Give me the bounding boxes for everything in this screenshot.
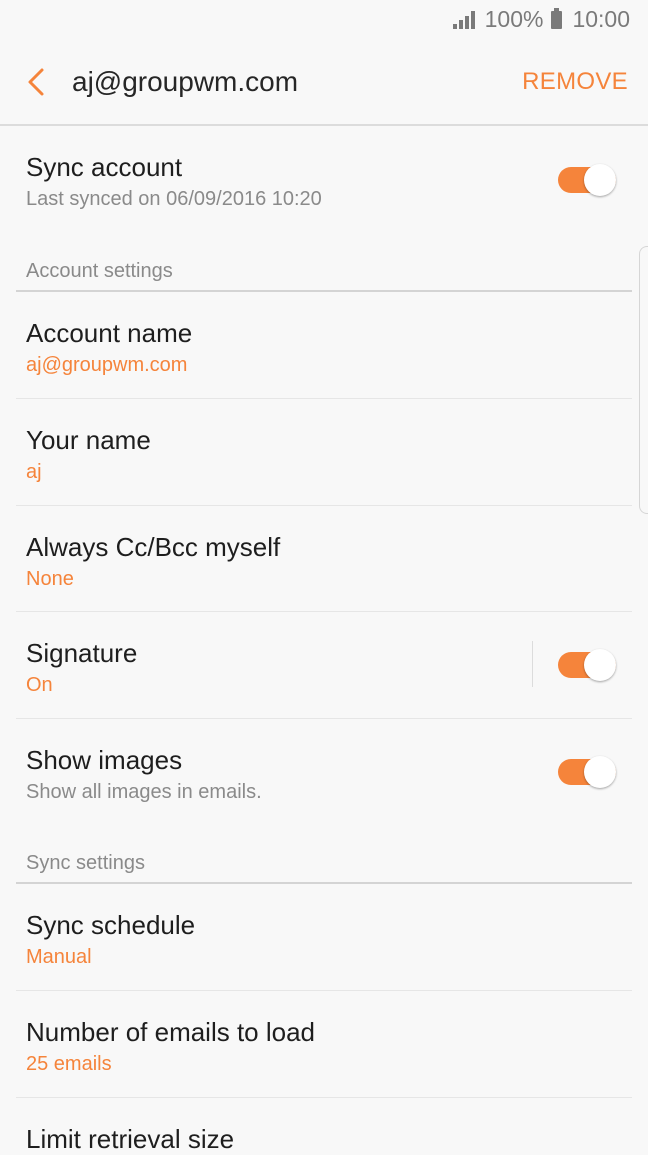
always-cc-bcc-value: None xyxy=(26,568,74,590)
battery-icon xyxy=(551,7,563,29)
status-indicators: 100% 10:00 xyxy=(452,6,630,33)
status-bar: 100% 10:00 xyxy=(0,0,648,40)
signature-row[interactable]: Signature On xyxy=(16,612,632,718)
show-images-title: Show images xyxy=(26,745,183,775)
back-arrow-icon[interactable] xyxy=(22,64,54,100)
always-cc-bcc-row[interactable]: Always Cc/Bcc myself None xyxy=(16,506,632,612)
account-name-row[interactable]: Account name aj@groupwm.com xyxy=(16,292,632,398)
signature-title: Signature xyxy=(26,638,138,668)
show-images-row[interactable]: Show images Show all images in emails. xyxy=(16,719,632,825)
signature-toggle[interactable] xyxy=(558,649,618,681)
scrollbar[interactable] xyxy=(639,246,648,514)
section-header-account-settings: Account settings xyxy=(26,260,173,282)
always-cc-bcc-title: Always Cc/Bcc myself xyxy=(26,532,281,562)
emails-to-load-row[interactable]: Number of emails to load 25 emails xyxy=(16,991,632,1097)
show-images-toggle[interactable] xyxy=(558,756,618,788)
account-name-title: Account name xyxy=(26,318,193,348)
show-images-subtitle: Show all images in emails. xyxy=(26,781,262,803)
sync-schedule-row[interactable]: Sync schedule Manual xyxy=(16,884,632,990)
emails-to-load-title: Number of emails to load xyxy=(26,1017,316,1047)
sync-schedule-value: Manual xyxy=(26,946,92,968)
toggle-knob xyxy=(584,649,616,681)
battery-percent: 100% xyxy=(484,6,544,32)
page-title: aj@groupwm.com xyxy=(72,66,299,97)
section-header-sync-settings: Sync settings xyxy=(26,852,145,874)
emails-to-load-value: 25 emails xyxy=(26,1053,112,1075)
app-bar: aj@groupwm.com REMOVE xyxy=(0,40,648,126)
sync-account-title: Sync account xyxy=(26,152,183,182)
sync-schedule-title: Sync schedule xyxy=(26,910,196,940)
sync-account-subtitle: Last synced on 06/09/2016 10:20 xyxy=(26,188,322,210)
signal-icon xyxy=(452,10,475,29)
vertical-separator xyxy=(532,641,533,687)
toggle-knob xyxy=(584,164,616,196)
your-name-title: Your name xyxy=(26,425,151,455)
remove-button[interactable]: REMOVE xyxy=(522,68,628,96)
sync-account-toggle[interactable] xyxy=(558,164,618,196)
sync-account-row[interactable]: Sync account Last synced on 06/09/2016 1… xyxy=(16,130,632,228)
toggle-knob xyxy=(584,756,616,788)
your-name-row[interactable]: Your name aj xyxy=(16,399,632,505)
limit-retrieval-size-title: Limit retrieval size xyxy=(26,1124,235,1154)
your-name-value: aj xyxy=(26,461,42,483)
account-name-value: aj@groupwm.com xyxy=(26,354,188,376)
clock: 10:00 xyxy=(572,6,630,32)
signature-value: On xyxy=(26,674,53,696)
limit-retrieval-size-row[interactable]: Limit retrieval size xyxy=(16,1098,632,1154)
